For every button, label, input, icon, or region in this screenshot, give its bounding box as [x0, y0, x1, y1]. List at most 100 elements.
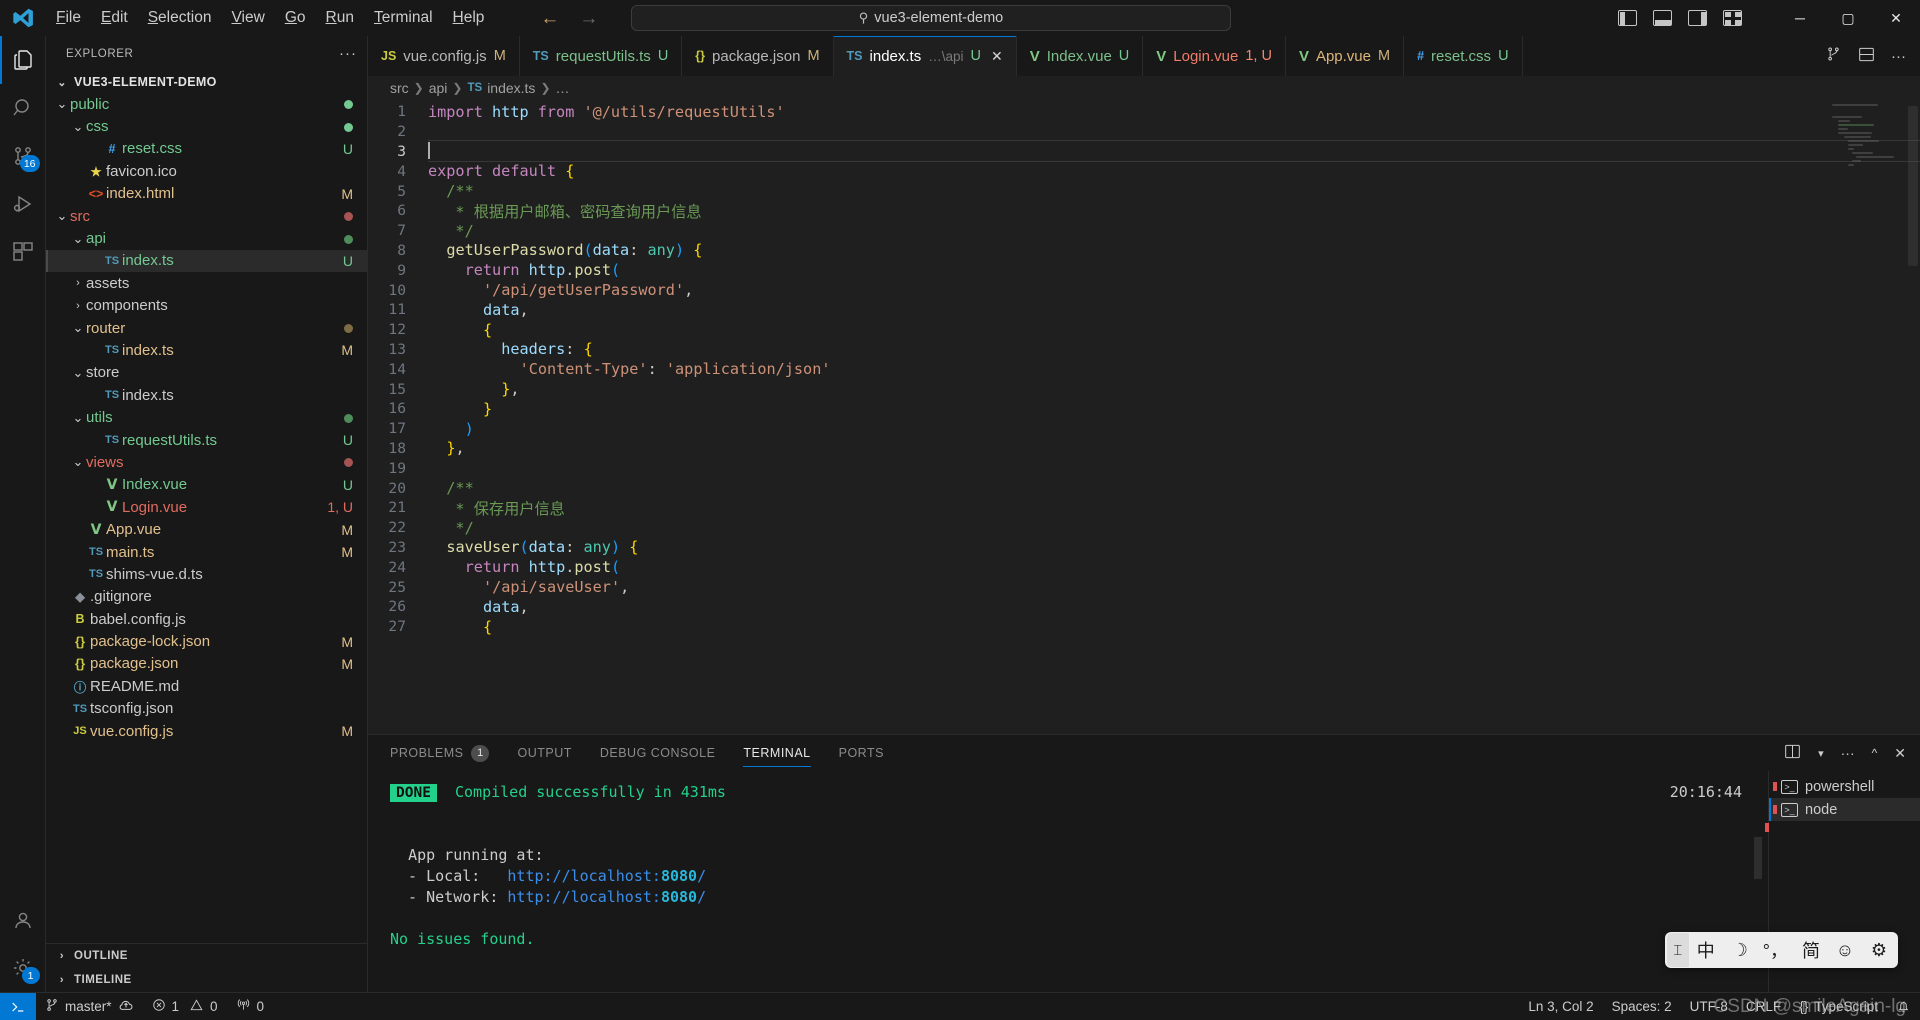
- editor-tab-package-json[interactable]: {} package.json M: [682, 36, 834, 76]
- close-button[interactable]: ✕: [1872, 0, 1920, 36]
- ime-handle[interactable]: ⌶: [1666, 933, 1689, 967]
- menu-go[interactable]: Go: [275, 4, 316, 33]
- panel-tab-terminal[interactable]: TERMINAL: [743, 735, 811, 771]
- maximize-panel-icon[interactable]: ^: [1872, 746, 1878, 760]
- tree-item-babel-config-js[interactable]: Bbabel.config.js: [46, 608, 367, 630]
- activitybar-search[interactable]: [0, 84, 46, 132]
- maximize-button[interactable]: ▢: [1824, 0, 1872, 36]
- tree-item-css[interactable]: ⌄ css: [46, 115, 367, 137]
- problems-status[interactable]: 1 0: [143, 993, 227, 1020]
- breadcrumb-api[interactable]: api: [429, 80, 448, 96]
- terminal-output[interactable]: DONE Compiled successfully in 431ms App …: [368, 771, 1768, 992]
- tree-item-store[interactable]: ⌄ store: [46, 362, 367, 384]
- breadcrumb-src[interactable]: src: [390, 80, 409, 96]
- terminal-instance-powershell[interactable]: >_ powershell: [1769, 775, 1920, 798]
- editor-layout-icon[interactable]: [1858, 47, 1875, 66]
- section-outline[interactable]: › OUTLINE: [46, 944, 367, 968]
- editor-tab-app-vue[interactable]: V App.vue M: [1285, 36, 1405, 76]
- editor-tab-reset-css[interactable]: # reset.css U: [1404, 36, 1523, 76]
- toggle-secondary-sidebar-icon[interactable]: [1688, 10, 1707, 26]
- source-control-status[interactable]: master*: [36, 993, 143, 1020]
- tree-item-main-ts[interactable]: TS main.ts M: [46, 541, 367, 563]
- close-panel-icon[interactable]: ✕: [1894, 745, 1906, 762]
- panel-more-actions-icon[interactable]: ···: [1841, 745, 1855, 761]
- editor-more-actions-icon[interactable]: ···: [1891, 48, 1906, 65]
- tree-item-readme-md[interactable]: ⓘ README.md: [46, 675, 367, 697]
- menu-file[interactable]: File: [46, 4, 91, 33]
- breadcrumb-file[interactable]: index.ts: [487, 80, 535, 96]
- editor-tab-login-vue[interactable]: V Login.vue 1, U: [1143, 36, 1286, 76]
- toggle-primary-sidebar-icon[interactable]: [1618, 10, 1637, 26]
- breadcrumb-symbol[interactable]: …: [556, 80, 570, 96]
- ime-settings-gear-icon[interactable]: ⚙: [1862, 933, 1896, 967]
- explorer-more-actions-icon[interactable]: ···: [339, 45, 357, 62]
- explorer-root-folder[interactable]: ⌄ VUE3-ELEMENT-DEMO: [46, 71, 367, 93]
- activitybar-source-control[interactable]: 16: [0, 132, 46, 180]
- minimize-button[interactable]: ─: [1776, 0, 1824, 36]
- tree-item-shims-vue-d-ts[interactable]: TS shims-vue.d.ts: [46, 563, 367, 585]
- menu-terminal[interactable]: Terminal: [364, 4, 443, 33]
- editor-tab-index-ts[interactable]: TS index.ts …\api U ✕: [833, 36, 1017, 76]
- activitybar-extensions[interactable]: [0, 228, 46, 276]
- tree-item-index-ts[interactable]: TS index.ts M: [46, 339, 367, 361]
- indentation-setting[interactable]: Spaces: 2: [1603, 993, 1681, 1020]
- local-url-tail[interactable]: /: [697, 867, 706, 885]
- editor-tab-index-vue[interactable]: V Index.vue U: [1016, 36, 1144, 76]
- tree-item-app-vue[interactable]: V App.vue M: [46, 518, 367, 540]
- tree-item-tsconfig-json[interactable]: TS tsconfig.json: [46, 698, 367, 720]
- editor-scrollbar[interactable]: [1906, 100, 1920, 734]
- notifications-bell[interactable]: [1887, 993, 1920, 1020]
- tree-item--gitignore[interactable]: ◆ .gitignore: [46, 586, 367, 608]
- tree-item-login-vue[interactable]: V Login.vue 1, U: [46, 496, 367, 518]
- forward-arrow-icon[interactable]: →: [579, 9, 598, 28]
- activitybar-settings[interactable]: 1: [0, 944, 46, 992]
- menu-run[interactable]: Run: [316, 4, 364, 33]
- close-tab-icon[interactable]: ✕: [991, 48, 1003, 65]
- local-port[interactable]: 8080: [661, 867, 697, 885]
- ime-emoji-icon[interactable]: ☺: [1828, 933, 1862, 967]
- tree-item-index-ts[interactable]: TS index.ts U: [46, 249, 367, 273]
- editor-tab-vue-config-js[interactable]: JS vue.config.js M: [368, 36, 520, 76]
- back-arrow-icon[interactable]: ←: [540, 9, 559, 28]
- editor-tab-requestutils-ts[interactable]: TS requestUtils.ts U: [519, 36, 683, 76]
- activitybar-explorer[interactable]: [0, 36, 46, 84]
- toggle-panel-icon[interactable]: [1653, 10, 1672, 26]
- ime-language-toggle[interactable]: 中: [1689, 933, 1723, 967]
- menu-edit[interactable]: Edit: [91, 4, 138, 33]
- network-url-base[interactable]: http://localhost:: [507, 888, 661, 906]
- menu-selection[interactable]: Selection: [138, 4, 222, 33]
- encoding-setting[interactable]: UTF-8: [1681, 993, 1737, 1020]
- language-mode[interactable]: {} TypeScript: [1790, 993, 1887, 1020]
- tree-item-public[interactable]: ⌄ public: [46, 93, 367, 115]
- tree-item-router[interactable]: ⌄ router: [46, 317, 367, 339]
- tree-item-utils[interactable]: ⌄ utils: [46, 406, 367, 428]
- split-editor-icon[interactable]: [1825, 46, 1842, 66]
- panel-tab-problems[interactable]: PROBLEMS 1: [390, 735, 490, 771]
- network-url-tail[interactable]: /: [697, 888, 706, 906]
- menu-help[interactable]: Help: [443, 4, 495, 33]
- ime-simplified-toggle[interactable]: 简: [1794, 933, 1828, 967]
- menu-view[interactable]: View: [221, 4, 274, 33]
- panel-tab-output[interactable]: OUTPUT: [517, 735, 571, 771]
- tree-item-favicon-ico[interactable]: ★ favicon.ico: [46, 160, 367, 182]
- tree-item-vue-config-js[interactable]: JS vue.config.js M: [46, 720, 367, 742]
- sync-cloud-icon[interactable]: [118, 999, 134, 1015]
- tree-item-components[interactable]: › components: [46, 295, 367, 317]
- remote-window-button[interactable]: [0, 992, 36, 1020]
- tree-item-reset-css[interactable]: # reset.css U: [46, 138, 367, 160]
- eol-setting[interactable]: CRLF: [1737, 993, 1790, 1020]
- network-port[interactable]: 8080: [661, 888, 697, 906]
- panel-tab-ports[interactable]: PORTS: [839, 735, 884, 771]
- section-timeline[interactable]: › TIMELINE: [46, 968, 367, 992]
- chevron-down-icon[interactable]: ▾: [1818, 747, 1824, 760]
- activitybar-accounts[interactable]: [0, 896, 46, 944]
- ime-toolbar[interactable]: ⌶ 中 ☽ °， 简 ☺ ⚙: [1664, 932, 1898, 968]
- command-center[interactable]: ⚲ vue3-element-demo: [631, 5, 1231, 31]
- tree-item-index-html[interactable]: <> index.html M: [46, 183, 367, 205]
- tree-item-assets[interactable]: › assets: [46, 272, 367, 294]
- code-editor[interactable]: 1 import http from '@/utils/requestUtils'…: [368, 100, 1920, 734]
- tree-item-requestutils-ts[interactable]: TS requestUtils.ts U: [46, 429, 367, 451]
- ports-status[interactable]: 0: [227, 993, 274, 1020]
- local-url-base[interactable]: http://localhost:: [507, 867, 661, 885]
- tree-item-views[interactable]: ⌄ views: [46, 451, 367, 473]
